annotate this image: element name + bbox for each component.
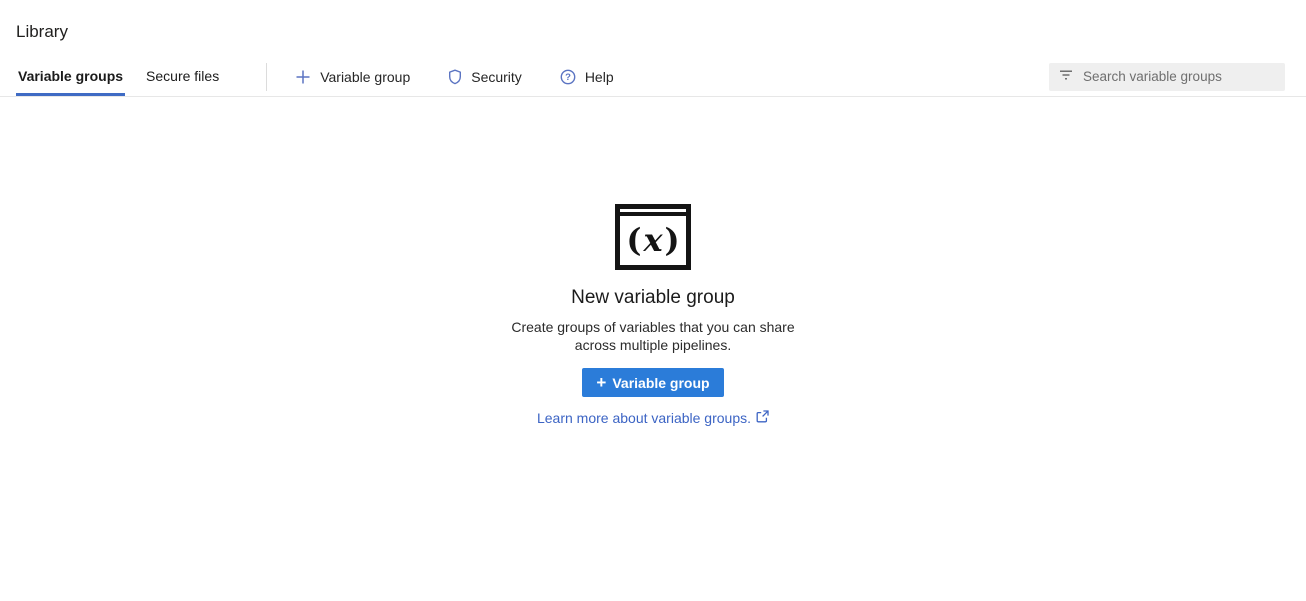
create-variable-group-button-label: Variable group (612, 375, 709, 391)
help-button[interactable]: ? Help (560, 69, 614, 85)
empty-state-description: Create groups of variables that you can … (497, 319, 809, 354)
learn-more-link[interactable]: Learn more about variable groups. (537, 410, 769, 426)
plus-icon: + (596, 374, 606, 391)
create-variable-group-button[interactable]: + Variable group (582, 368, 723, 397)
variable-group-icon: ( x ) (615, 204, 691, 270)
external-link-icon (756, 410, 769, 426)
plus-icon (295, 69, 311, 85)
empty-state-heading: New variable group (571, 287, 735, 309)
help-icon: ? (560, 69, 576, 85)
learn-more-link-label: Learn more about variable groups. (537, 410, 751, 426)
add-variable-group-button[interactable]: Variable group (295, 69, 410, 85)
toolbar-divider (266, 63, 267, 91)
page-header: Library (0, 0, 1306, 42)
toolbar-button-label: Variable group (320, 69, 410, 85)
tab-label: Variable groups (18, 68, 123, 84)
svg-text:?: ? (565, 72, 571, 83)
search-input[interactable] (1083, 69, 1275, 84)
variable-x: x (641, 224, 664, 256)
tab-secure-files[interactable]: Secure files (144, 59, 221, 96)
toolbar-button-label: Help (585, 69, 614, 85)
security-button[interactable]: Security (448, 69, 522, 85)
filter-icon (1059, 68, 1073, 86)
variable-group-icon-glyph: ( x ) (620, 216, 686, 265)
shield-icon (448, 69, 462, 85)
toolbar-button-label: Security (471, 69, 522, 85)
tab-label: Secure files (146, 68, 219, 84)
variable-group-icon-titlebar (620, 209, 686, 216)
page-title: Library (16, 22, 1306, 42)
tab-variable-groups[interactable]: Variable groups (16, 59, 125, 96)
variable-groups-empty-state: ( x ) New variable group Create groups o… (0, 204, 1306, 426)
search-box[interactable] (1049, 63, 1285, 91)
paren-open: ( (626, 224, 641, 256)
tab-command-bar: Variable groups Secure files Variable gr… (0, 57, 1306, 97)
paren-close: ) (665, 224, 680, 256)
